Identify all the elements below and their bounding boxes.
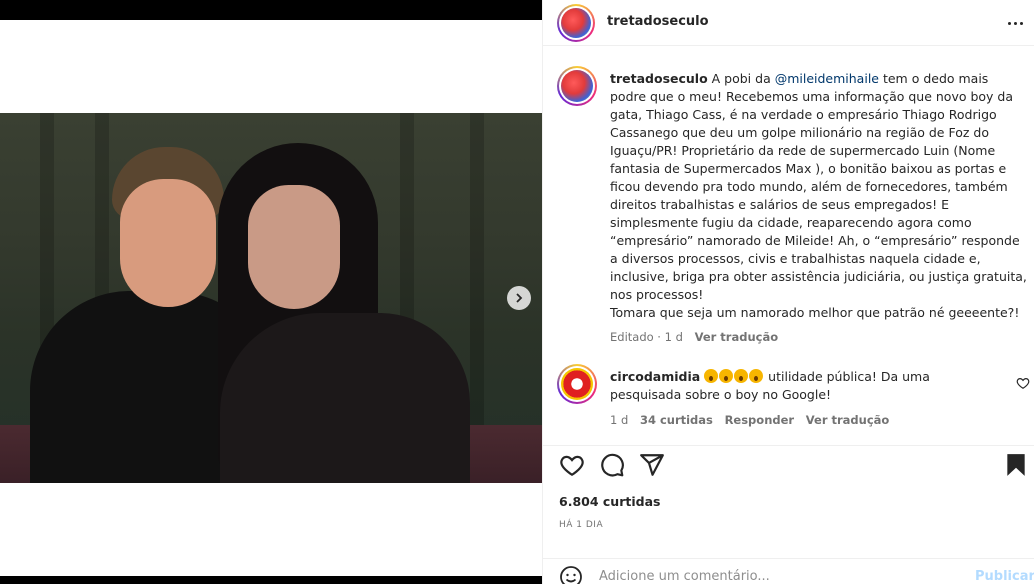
caption-text: tem o dedo mais [878, 71, 989, 86]
caption-line: tretadoseculo A pobi da @mileidemihaile … [610, 70, 1020, 88]
comment-input[interactable] [599, 567, 959, 584]
heart-icon[interactable] [559, 452, 585, 478]
publish-button[interactable]: Publicar [975, 569, 1034, 584]
author-username[interactable]: tretadoseculo [607, 14, 709, 29]
see-translation-link[interactable]: Ver tradução [695, 330, 779, 344]
commenter-username[interactable]: circodamidia [610, 369, 700, 384]
caption-line: inclusive, briga pra obter assistência j… [610, 269, 1027, 284]
post-date[interactable]: HÁ 1 DIA [559, 520, 603, 530]
likes-count[interactable]: 6.804 curtidas [559, 494, 660, 509]
mention-link[interactable]: @mileidemihaile [775, 71, 879, 86]
author-logo [561, 8, 591, 38]
caption-line: Iguaçu/PR! Proprietário da rede de super… [610, 143, 996, 158]
man-face [120, 179, 216, 307]
next-media-button[interactable] [507, 286, 531, 310]
caption-line: gata, Thiago Cass, é na verdade o empres… [610, 107, 997, 122]
comment-like-heart-icon[interactable] [1016, 376, 1030, 390]
bookmark-icon[interactable] [1003, 452, 1029, 478]
astonished-emoji-icon [704, 369, 719, 383]
caption-line: Cassanego que deu um golpe milionário na… [610, 125, 989, 140]
caption-line: ficou devendo pra todo mundo, além de fo… [610, 179, 1008, 194]
caption-line: Tomara que seja um namorado melhor que p… [610, 305, 1020, 320]
caption-text: A pobi da [707, 71, 775, 86]
comment-line: pesquisada sobre o boy no Google! [610, 387, 832, 402]
commenter-logo [561, 368, 593, 400]
caption-avatar[interactable] [557, 66, 597, 106]
author-avatar[interactable] [557, 4, 595, 42]
share-icon[interactable] [639, 452, 665, 478]
astonished-emoji-icon [734, 369, 749, 383]
caption-meta: Editado · 1 d Ver tradução [610, 330, 778, 344]
post-caption: tretadoseculo A pobi da @mileidemihaile … [610, 70, 1027, 322]
post-media [0, 0, 542, 584]
caption-line: fantasia de Supermercados Max ), o bonit… [610, 161, 1007, 176]
comment-line: circodamidia utilidade pública! Da uma [610, 368, 1010, 386]
comment-item: circodamidia utilidade pública! Da uma p… [610, 368, 1010, 404]
caption-line: podre que o meu! Recebemos uma informaçã… [610, 89, 1014, 104]
caption-line: a diversos processos, civis e trabalhist… [610, 251, 981, 266]
instagram-post-window: tretadoseculo tretadoseculo A pobi da @m… [0, 0, 1034, 584]
comment-see-translation-link[interactable]: Ver tradução [806, 413, 890, 427]
more-icon[interactable] [1005, 13, 1025, 33]
reply-button[interactable]: Responder [725, 413, 795, 427]
caption-line: direitos trabalhistas e salários de seus… [610, 197, 950, 212]
astonished-emoji-icon [749, 369, 764, 383]
edited-label: Editado · 1 d [610, 330, 683, 344]
chevron-right-icon [516, 293, 523, 303]
woman-face [248, 185, 340, 309]
comment-age: 1 d [610, 413, 629, 427]
astonished-emoji-icon [719, 369, 734, 383]
add-comment-bar: Publicar [543, 558, 1034, 584]
comment-text: utilidade pública! Da uma [764, 369, 930, 384]
actions-divider [543, 445, 1034, 446]
comment-icon[interactable] [599, 452, 625, 478]
commenter-avatar[interactable] [557, 364, 597, 404]
comment-meta: 1 d 34 curtidas Responder Ver tradução [610, 413, 889, 427]
caption-line: simplesmente fugiu da cidade, reaparecen… [610, 215, 972, 230]
caption-username[interactable]: tretadoseculo [610, 71, 708, 86]
woman-figure [220, 313, 470, 483]
smile-icon[interactable] [559, 565, 583, 584]
caption-line: nos processos! [610, 287, 704, 302]
post-photo[interactable] [0, 113, 542, 483]
caption-line: “empresário” namorado de Mileide! Ah, o … [610, 233, 1020, 248]
post-details-panel: tretadoseculo tretadoseculo A pobi da @m… [542, 0, 1034, 584]
comment-likes-count[interactable]: 34 curtidas [640, 413, 713, 427]
post-header: tretadoseculo [543, 0, 1034, 46]
caption-author-logo [561, 70, 593, 102]
